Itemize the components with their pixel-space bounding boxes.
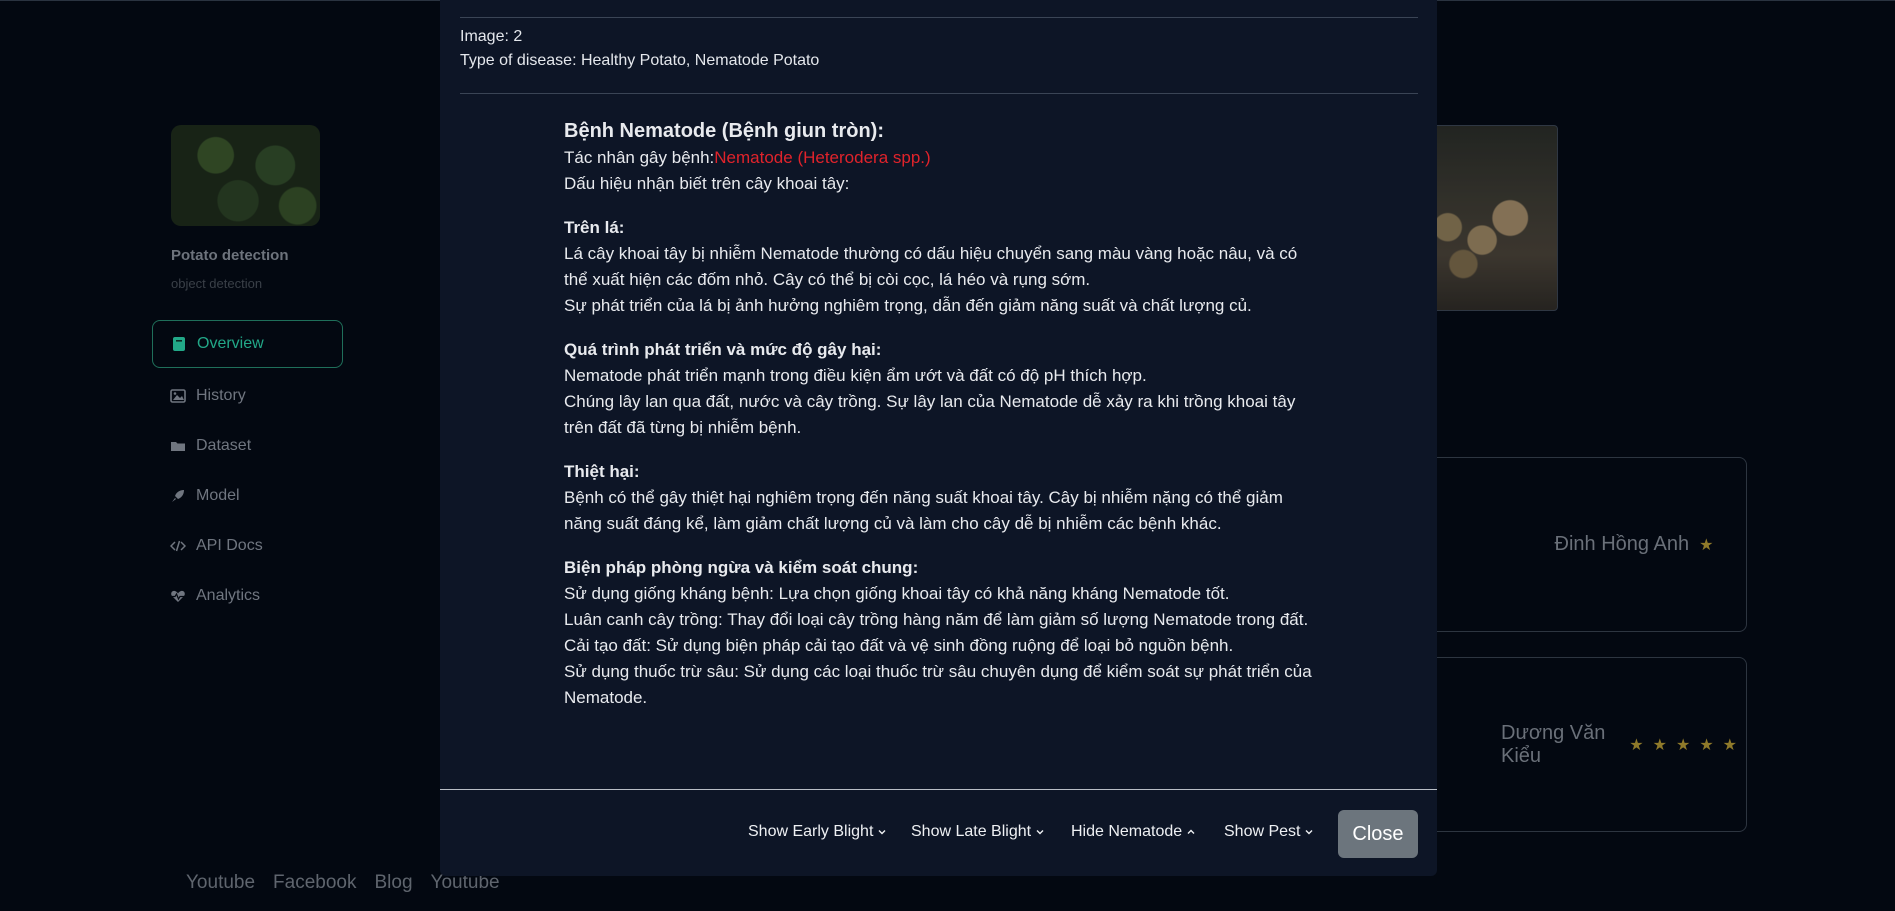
sidebar-item-analytics[interactable]: Analytics [152,572,343,620]
review-card: Đinh Hồng Anh ★ [1400,457,1747,632]
sidebar-item-api-docs[interactable]: API Docs [152,522,343,570]
sidebar-item-model[interactable]: Model [152,472,343,520]
app-subtitle: object detection [171,276,263,291]
section-text: Lá cây khoai tây bị nhiễm Nematode thườn… [564,244,1298,289]
code-icon [170,538,186,554]
section-heading: Thiệt hại: [564,462,640,481]
rocket-icon [170,488,186,504]
footer-link-facebook[interactable]: Facebook [273,872,356,894]
divider [460,93,1418,94]
review-card: Dương Văn Kiểu ★★★★★ [1400,657,1747,832]
reviewer-name: Đinh Hồng Anh [1554,533,1690,555]
signs-intro: Dấu hiệu nhận biết trên cây khoai tây: [564,174,850,193]
disease-title: Bệnh Nematode (Bệnh giun tròn): [564,120,884,142]
heart-pulse-icon [170,588,186,604]
chevron-up-icon [1186,827,1196,837]
app-name: Potato detection [171,247,289,264]
section-text: Cải tạo đất: Sử dụng biện pháp cải tạo đ… [564,636,1234,655]
image-icon [170,388,186,404]
sidebar-item-dataset[interactable]: Dataset [152,422,343,470]
disease-agent: Tác nhân gây bệnh:Nematode (Heterodera s… [564,148,931,167]
disease-types: Type of disease: Healthy Potato, Nematod… [460,52,820,69]
sidebar-item-overview[interactable]: Overview [152,320,343,368]
sidebar-item-label: Overview [197,335,264,352]
damage-section: Thiệt hại: Bệnh có thể gây thiệt hại ngh… [564,459,1324,537]
sidebar-item-label: API Docs [196,537,263,554]
app-thumbnail [171,125,320,226]
chevron-down-icon [1304,827,1314,837]
close-button[interactable]: Close [1338,810,1418,858]
image-number: Image: 2 [460,28,523,45]
sidebar-item-label: History [196,387,246,404]
section-text: Nematode phát triển mạnh trong điều kiện… [564,366,1147,385]
sidebar-item-history[interactable]: History [152,372,343,420]
section-text: Sự phát triển của lá bị ảnh hưởng nghiêm… [564,296,1252,315]
section-text: Luân canh cây trồng: Thay đổi loại cây t… [564,610,1309,629]
show-late-blight-button[interactable]: Show Late Blight [911,823,1045,841]
sidebar-item-label: Dataset [196,437,252,454]
chevron-down-icon [1035,827,1045,837]
sidebar-item-label: Model [196,487,240,504]
section-text: Bệnh có thể gây thiệt hại nghiêm trọng đ… [564,488,1283,533]
hide-nematode-button[interactable]: Hide Nematode [1071,823,1196,841]
growth-section: Quá trình phát triển và mức độ gây hại: … [564,337,1324,441]
agent-name: Nematode (Heterodera spp.) [714,148,931,167]
disease-description: Bệnh Nematode (Bệnh giun tròn): Tác nhân… [564,117,1324,711]
footer-link-blog[interactable]: Blog [375,872,413,894]
section-heading: Biện pháp phòng ngừa và kiểm soát chung: [564,558,919,577]
divider [460,17,1418,18]
reviewer-name: Dương Văn Kiểu [1501,721,1606,767]
footer-link-youtube[interactable]: Youtube [186,872,255,894]
show-pest-button[interactable]: Show Pest [1224,823,1314,841]
section-text: Sử dụng thuốc trừ sâu: Sử dụng các loại … [564,662,1312,707]
control-section: Biện pháp phòng ngừa và kiểm soát chung:… [564,555,1324,711]
show-early-blight-button[interactable]: Show Early Blight [748,823,887,841]
section-heading: Quá trình phát triển và mức độ gây hại: [564,340,882,359]
leaf-section: Trên lá: Lá cây khoai tây bị nhiễm Nemat… [564,215,1324,319]
star-rating: ★★★★★ [1629,736,1746,754]
chevron-down-icon [877,827,887,837]
book-icon [171,336,187,352]
folder-icon [170,438,186,454]
section-heading: Trên lá: [564,218,625,237]
star-rating: ★ [1699,536,1723,554]
section-text: Sử dụng giống kháng bệnh: Lựa chọn giống… [564,584,1230,603]
section-text: Chúng lây lan qua đất, nước và cây trồng… [564,392,1296,437]
sidebar-item-label: Analytics [196,587,261,604]
